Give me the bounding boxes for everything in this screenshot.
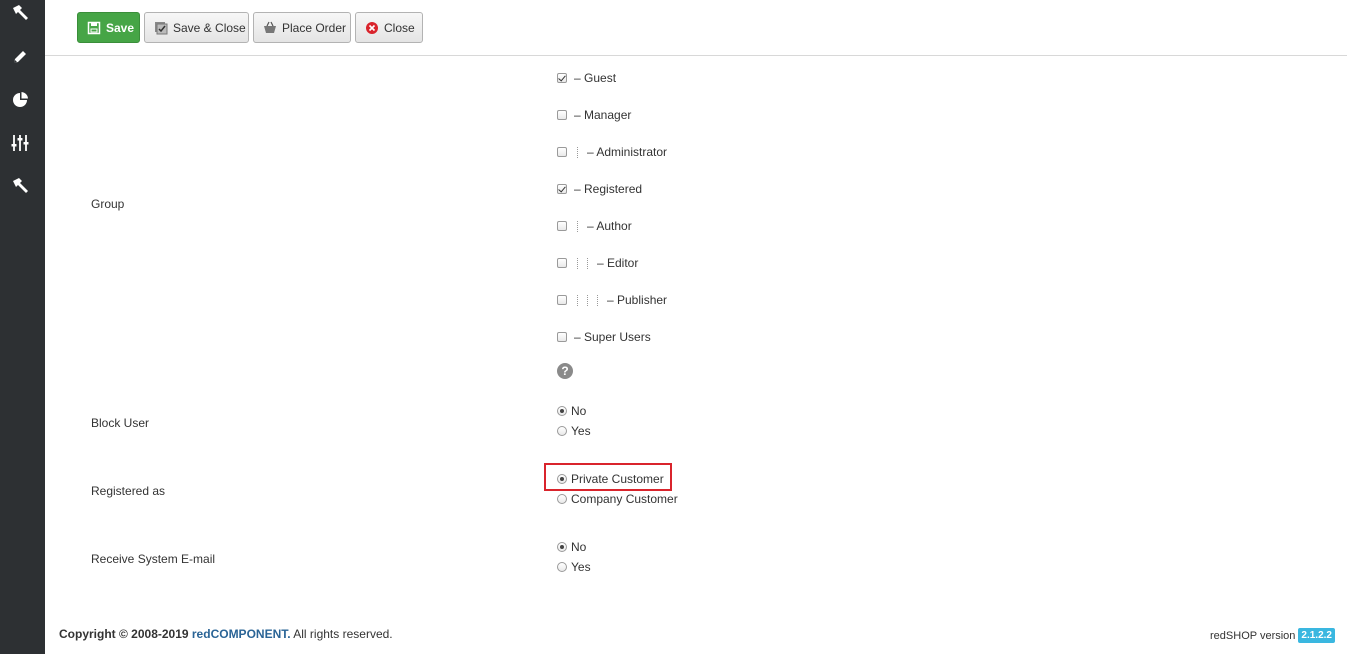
group-item-label: – Author: [587, 219, 632, 233]
sidebar: [0, 0, 45, 654]
save-button[interactable]: Save: [77, 12, 140, 43]
checkbox[interactable]: [557, 110, 567, 120]
group-item-label: – Super Users: [574, 330, 651, 344]
floppy-disk-icon: [87, 21, 101, 35]
checkbox[interactable]: [557, 147, 567, 157]
registered-as-label: Registered as: [91, 484, 166, 498]
block-user-option-yes[interactable]: Yes: [557, 424, 591, 438]
hammer-icon[interactable]: [11, 177, 29, 195]
radio-label: No: [571, 404, 587, 418]
group-item-manager[interactable]: – Manager: [557, 108, 631, 122]
radio-label: Yes: [571, 560, 591, 574]
radio[interactable]: [557, 562, 567, 572]
radio-label: Yes: [571, 424, 591, 438]
close-icon: [365, 21, 379, 35]
tree-indent: [597, 294, 598, 306]
registered-as-option-private[interactable]: Private Customer: [557, 472, 664, 486]
receive-email-option-yes[interactable]: Yes: [557, 560, 591, 574]
close-button-label: Close: [384, 20, 415, 35]
tree-indent: [577, 257, 578, 269]
close-button[interactable]: Close: [355, 12, 423, 43]
group-item-administrator[interactable]: – Administrator: [557, 145, 667, 159]
group-item-publisher[interactable]: – Publisher: [557, 293, 667, 307]
tree-indent: [587, 257, 588, 269]
registered-as-option-company[interactable]: Company Customer: [557, 492, 678, 506]
copyright-suffix: All rights reserved.: [290, 627, 393, 641]
pie-chart-icon[interactable]: [11, 91, 29, 109]
question-icon[interactable]: ?: [557, 363, 573, 379]
group-item-label: – Editor: [597, 256, 639, 270]
receive-email-label: Receive System E-mail: [91, 552, 216, 566]
group-item-label: – Guest: [574, 71, 617, 85]
tree-indent: [577, 220, 578, 232]
version-label: redSHOP version: [1210, 629, 1296, 642]
footer-copyright: Copyright © 2008-2019 redCOMPONENT. All …: [59, 627, 393, 641]
toolbar: Save Save & Close Place Order Close: [45, 0, 1347, 56]
radio[interactable]: [557, 426, 567, 436]
hammer-icon[interactable]: [11, 4, 29, 22]
pencil-icon[interactable]: [11, 48, 29, 66]
checkbox[interactable]: [557, 221, 567, 231]
group-item-label: – Registered: [574, 182, 643, 196]
radio-label: No: [571, 540, 587, 554]
group-item-label: – Manager: [574, 108, 632, 122]
tree-indent: [577, 146, 578, 158]
radio[interactable]: [557, 494, 567, 504]
radio[interactable]: [557, 542, 567, 552]
sliders-icon[interactable]: [11, 134, 29, 152]
group-item-label: – Publisher: [607, 293, 668, 307]
basket-icon: [263, 21, 277, 35]
copyright-text: Copyright © 2008-2019: [59, 627, 192, 641]
redcomponent-link[interactable]: redCOMPONENT: [192, 627, 287, 641]
version-info: redSHOP version 2.1.2.2: [1210, 628, 1335, 643]
place-order-button-label: Place Order: [282, 20, 347, 35]
checkbox[interactable]: [557, 332, 567, 342]
radio-label: Company Customer: [571, 492, 678, 506]
block-user-option-no[interactable]: No: [557, 404, 586, 418]
receive-email-option-no[interactable]: No: [557, 540, 586, 554]
group-item-guest[interactable]: – Guest: [557, 71, 616, 85]
checkbox[interactable]: [557, 73, 567, 83]
tree-indent: [587, 294, 588, 306]
checkbox[interactable]: [557, 258, 567, 268]
radio[interactable]: [557, 474, 567, 484]
save-close-icon: [154, 21, 168, 35]
version-badge: 2.1.2.2: [1298, 628, 1335, 643]
place-order-button[interactable]: Place Order: [253, 12, 351, 43]
group-item-editor[interactable]: – Editor: [557, 256, 638, 270]
radio[interactable]: [557, 406, 567, 416]
group-label: Group: [91, 197, 125, 211]
group-item-registered[interactable]: – Registered: [557, 182, 642, 196]
tree-indent: [577, 294, 578, 306]
group-item-author[interactable]: – Author: [557, 219, 632, 233]
block-user-label: Block User: [91, 416, 150, 430]
save-close-button-label: Save & Close: [173, 20, 246, 35]
save-button-label: Save: [106, 20, 135, 35]
checkbox[interactable]: [557, 295, 567, 305]
save-close-button[interactable]: Save & Close: [144, 12, 249, 43]
group-item-label: – Administrator: [587, 145, 668, 159]
group-item-super-users[interactable]: – Super Users: [557, 330, 651, 344]
radio-label: Private Customer: [571, 472, 664, 486]
checkbox[interactable]: [557, 184, 567, 194]
